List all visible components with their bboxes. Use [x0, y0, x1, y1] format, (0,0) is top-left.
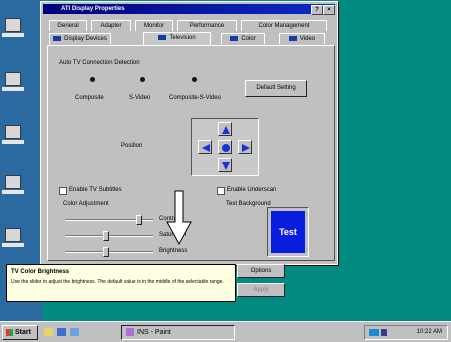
- task-button-label: INS - Paint: [137, 329, 171, 336]
- desktop-icon[interactable]: [5, 18, 21, 32]
- options-button[interactable]: Options: [237, 264, 285, 278]
- tab-label: Adapter: [100, 23, 122, 29]
- tooltip: TV Color Brightness Use the slider to ad…: [6, 264, 236, 302]
- clock: 10:22 AM: [416, 329, 442, 335]
- auto-detect-label: Auto TV Connection Detection: [59, 60, 140, 66]
- tab-icon: [158, 34, 167, 40]
- tab-label: Monitor: [143, 23, 164, 29]
- tab-label: Display Devices: [64, 36, 107, 42]
- enable-subtitles-label: Enable TV Subtitles: [69, 187, 122, 193]
- desktop-icon-label: [2, 33, 24, 37]
- brightness-slider-thumb[interactable]: [102, 247, 109, 257]
- start-button[interactable]: Start: [2, 325, 38, 340]
- contrast-slider-thumb[interactable]: [136, 215, 143, 225]
- brightness-label: Brightness: [159, 248, 188, 254]
- tray-monitor-icon[interactable]: [369, 329, 379, 336]
- tab-color-management[interactable]: Color Management: [241, 20, 327, 31]
- taskbar: Start INS - Paint 10:22 AM: [0, 321, 451, 342]
- arrow-up-icon[interactable]: [218, 122, 232, 136]
- desktop-icon-label: [2, 87, 24, 91]
- tab-video[interactable]: Video: [279, 33, 325, 44]
- apply-button[interactable]: Apply: [237, 283, 285, 297]
- tab-icon: [288, 35, 297, 41]
- test-background-label: Test Background: [226, 201, 271, 207]
- test-background-preview: Test: [267, 207, 309, 257]
- position-label: Position: [121, 143, 143, 149]
- arrow-down-icon[interactable]: [218, 158, 232, 172]
- radio-composite[interactable]: [90, 77, 95, 82]
- paint-icon: [126, 328, 134, 337]
- tab-display-devices[interactable]: Display Devices: [49, 33, 111, 44]
- start-label: Start: [15, 329, 31, 336]
- system-tray: 10:22 AM: [364, 325, 448, 340]
- quick-launch-icon[interactable]: [44, 328, 53, 336]
- windows-logo-icon: [6, 328, 13, 336]
- saturation-slider-track[interactable]: [65, 235, 153, 237]
- radio-composite-s-video[interactable]: [192, 77, 197, 82]
- desktop-icon[interactable]: [5, 125, 21, 139]
- tab-label: Television: [169, 35, 196, 41]
- window-title: ATI Display Properties: [61, 6, 125, 12]
- tab-performance[interactable]: Performance: [177, 20, 237, 31]
- tooltip-body: Use the slider to adjust the brightness.…: [11, 279, 224, 285]
- saturation-slider-thumb[interactable]: [102, 231, 109, 241]
- color-adjustment-label: Color Adjustment: [63, 201, 109, 207]
- connector-label: Composite-S-Video: [169, 95, 221, 101]
- tooltip-title: TV Color Brightness: [11, 269, 70, 275]
- desktop-icon[interactable]: [5, 228, 21, 242]
- tab-label: Performance: [189, 23, 225, 29]
- default-setting-button[interactable]: Default Setting: [245, 80, 307, 97]
- help-icon[interactable]: ?: [311, 5, 323, 15]
- enable-underscan-checkbox[interactable]: [217, 187, 225, 195]
- test-background-swatch[interactable]: Test: [271, 211, 305, 253]
- tab-icon: [53, 35, 62, 41]
- quick-launch-icon[interactable]: [70, 328, 79, 336]
- tab-adapter[interactable]: Adapter: [91, 20, 131, 31]
- desktop-icon-label: [2, 190, 24, 194]
- desktop-icon[interactable]: [5, 72, 21, 86]
- tab-label: Color Management: [258, 23, 310, 29]
- title-bar[interactable]: ATI Display Properties ? ×: [43, 4, 335, 15]
- mouse-cursor-icon: [166, 190, 192, 246]
- tab-general[interactable]: General: [49, 20, 87, 31]
- task-button-paint[interactable]: INS - Paint: [121, 325, 235, 340]
- tab-label: General: [57, 23, 79, 29]
- connector-label: S-Video: [129, 95, 151, 101]
- tab-color[interactable]: Color: [221, 33, 265, 44]
- tab-television[interactable]: Television: [143, 32, 211, 45]
- quick-launch-icon[interactable]: [57, 328, 66, 336]
- tab-label: Video: [299, 36, 316, 42]
- center-dot-icon[interactable]: [218, 140, 232, 154]
- tab-monitor[interactable]: Monitor: [135, 20, 173, 31]
- enable-underscan-label: Enable Underscan: [227, 187, 277, 193]
- arrow-left-icon[interactable]: [198, 140, 212, 154]
- enable-subtitles-checkbox[interactable]: [59, 187, 67, 195]
- close-icon[interactable]: ×: [323, 5, 335, 15]
- desktop-icon-label: [2, 140, 24, 144]
- brightness-slider-track[interactable]: [65, 251, 153, 253]
- radio-s-video[interactable]: [140, 77, 145, 82]
- tab-label: Color: [241, 36, 256, 42]
- position-control: [191, 118, 259, 176]
- desktop-icon[interactable]: [5, 175, 21, 189]
- desktop-icon-label: [2, 243, 24, 247]
- tab-icon: [230, 35, 239, 41]
- connector-label: Composite: [75, 95, 104, 101]
- arrow-right-icon[interactable]: [238, 140, 252, 154]
- tray-icon[interactable]: [381, 329, 387, 336]
